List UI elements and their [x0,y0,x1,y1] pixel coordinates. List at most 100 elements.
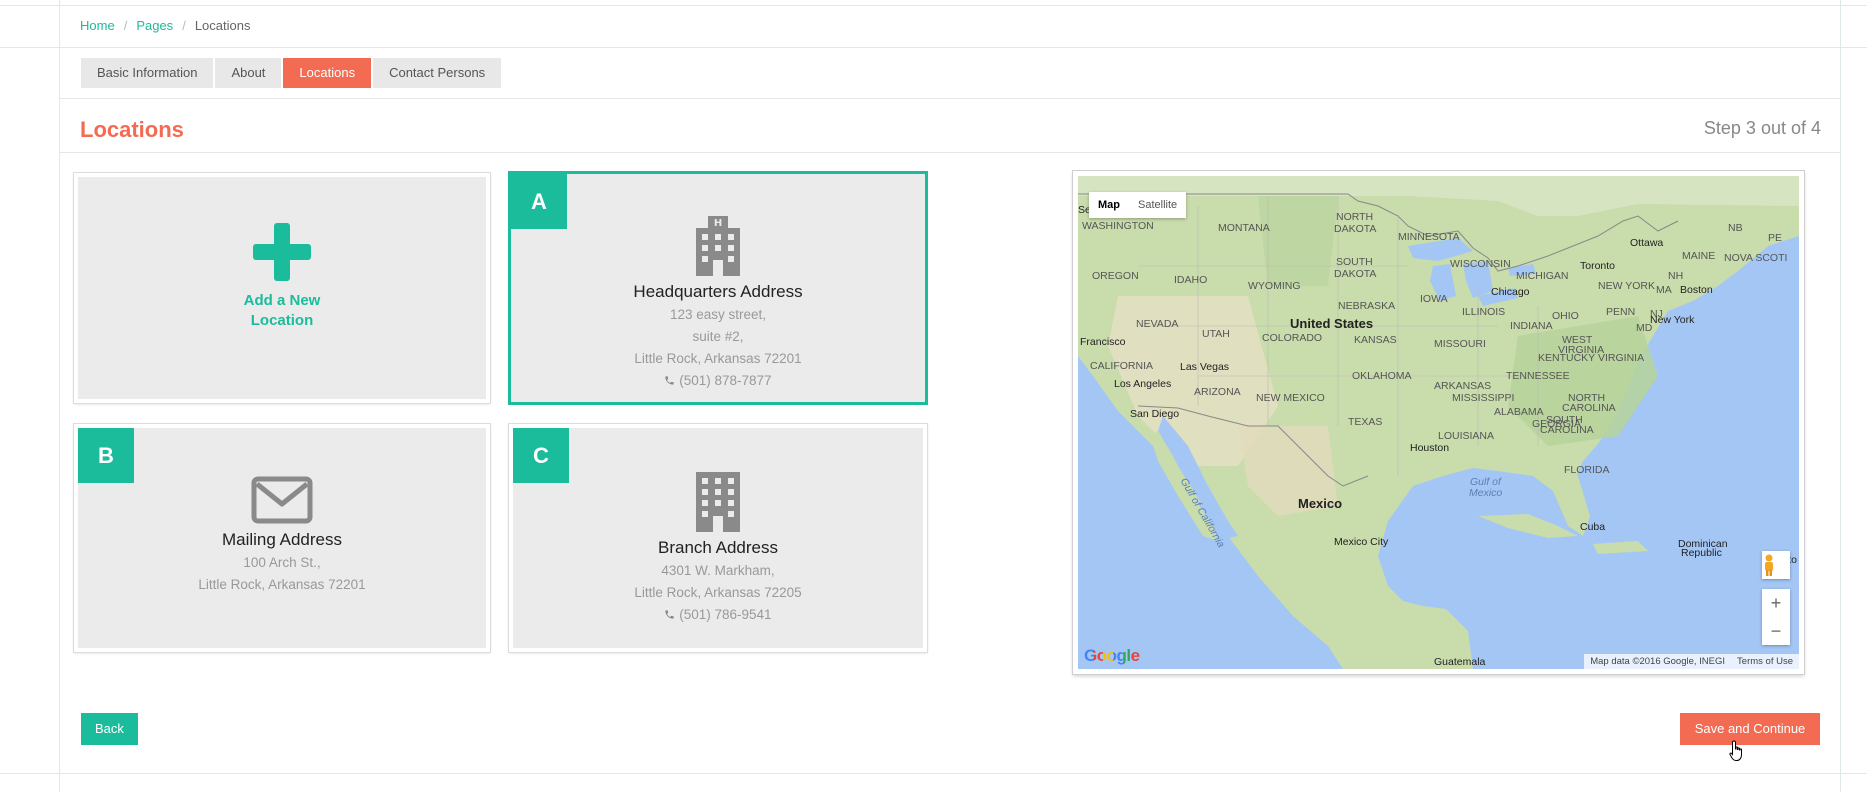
map-label-north-dakota-1: NORTH [1336,211,1374,223]
top-divider [0,5,1867,6]
map-label-cuba: Cuba [1580,521,1606,533]
add-location-label-line1: Add a New [243,292,321,309]
map-label-indiana: INDIANA [1510,320,1553,332]
map-label-wyoming: WYOMING [1248,280,1301,292]
title-divider [60,152,1840,153]
content-border-right [1840,0,1841,792]
map-label-ma: MA [1656,284,1672,296]
location-badge: C [513,428,569,483]
location-card-branch[interactable]: C Branch Address 4301 W. Markham, Little… [509,424,927,652]
location-address-line: Little Rock, Arkansas 72201 [634,351,802,366]
map-label-washington: WASHINGTON [1082,220,1154,232]
map-label-idaho: IDAHO [1174,274,1208,286]
map-label-mississippi: MISSISSIPPI [1452,392,1515,404]
map-label-nebraska: NEBRASKA [1338,300,1396,312]
map-label-iowa: IOWA [1420,293,1448,305]
location-title: Headquarters Address [633,282,803,301]
tab-contact-persons[interactable]: Contact Persons [373,58,502,88]
map-label-chicago: Chicago [1491,286,1530,298]
location-address-line: 123 easy street, [669,307,767,322]
add-location-label: Add a New Location [78,291,486,331]
tabs-divider [60,98,1840,99]
location-title: Mailing Address [221,530,342,549]
zoom-in-button[interactable]: + [1762,589,1790,617]
map-label-utah: UTAH [1202,328,1230,340]
map-label-new-mexico: NEW MEXICO [1256,392,1325,404]
map-label-illinois: ILLINOIS [1462,306,1506,318]
tab-locations[interactable]: Locations [283,58,372,88]
map-label-florida: FLORIDA [1564,464,1610,476]
google-logo: Google [1084,646,1140,666]
map-label-oklahoma: OKLAHOMA [1352,370,1412,382]
map-label-south-dakota-2: DAKOTA [1334,268,1377,280]
location-badge: A [511,174,567,229]
map-label-georgia: GEORGIA [1532,418,1582,430]
location-address-line: Little Rock, Arkansas 72205 [634,585,802,600]
map-label-minnesota: MINNESOTA [1398,231,1460,243]
back-button[interactable]: Back [81,713,138,745]
location-phone: (501) 786-9541 [513,604,923,626]
svg-text:H: H [714,218,722,229]
location-address-line: suite #2, [692,329,744,344]
map-label-new-york-city: New York [1650,314,1695,326]
map-label-montana: MONTANA [1218,222,1270,234]
map-label-new-york-state: NEW YORK [1598,280,1655,292]
map-label-san-diego: San Diego [1130,408,1180,420]
map-label-united-states: United States [1290,316,1374,331]
location-address-line: 4301 W. Markham, [661,563,775,578]
map-label-oregon: OREGON [1092,270,1139,282]
map-type-satellite-button[interactable]: Satellite [1129,192,1186,218]
wizard-tabs: Basic Information About Locations Contac… [81,58,502,88]
map-label-las-vegas: Las Vegas [1180,361,1230,373]
map-label-penn: PENN [1606,306,1636,318]
map-label-ottawa: Ottawa [1630,237,1664,249]
map-label-mexico-city: Mexico City [1334,536,1389,548]
content-border-left [59,0,60,792]
map-label-ohio: OHIO [1552,310,1579,322]
map-label-north-carolina-2: CAROLINA [1562,402,1616,414]
location-address-line: Little Rock, Arkansas 72201 [198,577,366,592]
envelope-icon [251,476,313,524]
hand-cursor-icon [1729,740,1742,761]
location-card-headquarters[interactable]: A H Headquarters Address 123 easy street… [508,171,928,405]
phone-icon [665,610,675,619]
breadcrumb-current: Locations [194,18,251,33]
map-label-mexico: Mexico [1298,496,1343,511]
location-address-line: 100 Arch St., [243,555,321,570]
map-label-toronto: Toronto [1580,260,1616,272]
building-icon [696,472,740,532]
google-logo-text: Google [1084,646,1140,665]
map-type-map-button[interactable]: Map [1089,192,1129,218]
map-label-nevada: NEVADA [1136,318,1179,330]
map-label-texas: TEXAS [1348,416,1383,428]
breadcrumb-separator: / [123,18,128,33]
breadcrumb-home-link[interactable]: Home [80,18,115,33]
add-location-card[interactable]: Add a New Location [74,173,490,403]
map-label-south-dakota-1: SOUTH [1336,256,1373,268]
map-label-nb: NB [1728,222,1743,234]
zoom-out-button[interactable]: − [1762,617,1790,645]
map-label-san-francisco: Francisco [1080,336,1126,348]
map-label-kansas: KANSAS [1354,334,1397,346]
phone-icon [665,376,675,385]
street-view-pegman-icon[interactable] [1762,551,1790,579]
location-phone-number: (501) 786-9541 [679,607,772,622]
map-label-nh: NH [1668,270,1684,282]
map-label-houston: Houston [1410,442,1450,454]
zoom-control: + − [1762,589,1790,645]
save-and-continue-button[interactable]: Save and Continue [1680,713,1820,745]
pegman-icon [1765,554,1773,576]
breadcrumb-pages-link[interactable]: Pages [136,18,173,33]
tab-basic-information[interactable]: Basic Information [81,58,214,88]
location-phone-number: (501) 878-7877 [679,373,772,388]
breadcrumb: Home / Pages / Locations [80,18,250,33]
map-label-arizona: ARIZONA [1194,386,1241,398]
map-type-control: Map Satellite [1089,192,1187,218]
tab-about[interactable]: About [215,58,282,88]
map-terms-link[interactable]: Terms of Use [1737,656,1793,667]
map-label-california: CALIFORNIA [1090,360,1154,372]
location-map[interactable]: WASHINGTON Seattle MONTANA NORTH DAKOTA … [1073,171,1804,674]
location-card-mailing[interactable]: B Mailing Address 100 Arch St., Little R… [74,424,490,652]
map-label-louisiana: LOUISIANA [1438,430,1495,442]
map-label-colorado: COLORADO [1262,332,1323,344]
